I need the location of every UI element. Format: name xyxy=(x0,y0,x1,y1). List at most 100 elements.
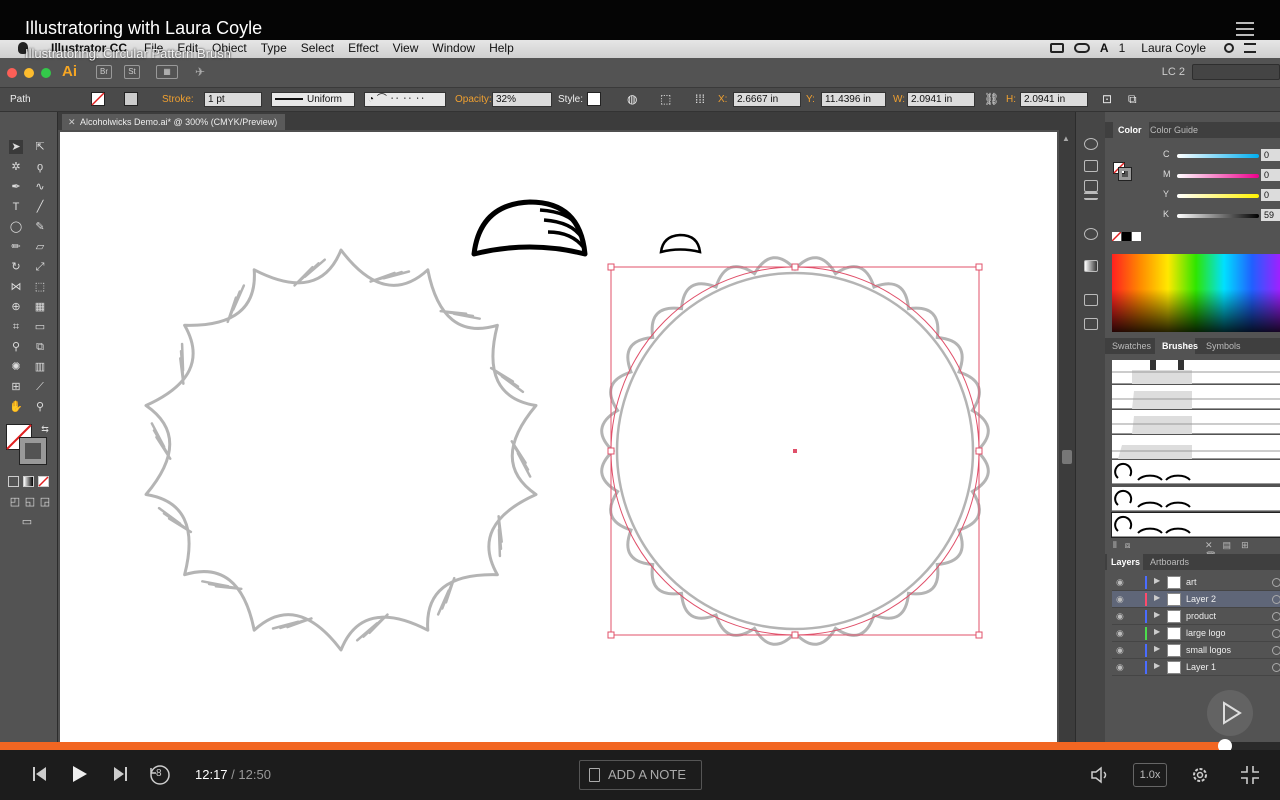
previous-clip-icon[interactable] xyxy=(33,766,47,787)
layers-panel-icon[interactable] xyxy=(1084,318,1098,330)
opacity-label[interactable]: Opacity: xyxy=(455,94,492,105)
curvature-tool-icon[interactable]: ∿ xyxy=(33,180,47,194)
layer-name[interactable]: Layer 2 xyxy=(1186,594,1216,604)
close-window-icon[interactable] xyxy=(7,68,17,78)
draw-normal-icon[interactable]: ◰ xyxy=(8,495,22,509)
w-field[interactable]: 2.0941 in xyxy=(907,92,975,107)
selection-tool-icon[interactable]: ➤ xyxy=(9,140,23,154)
rewind-icon[interactable]: 8 xyxy=(149,764,171,791)
transform-icon[interactable]: ⊡ xyxy=(1102,92,1112,106)
target-layer-icon[interactable] xyxy=(1272,612,1280,621)
target-layer-icon[interactable] xyxy=(1272,595,1280,604)
lasso-tool-icon[interactable]: ϙ xyxy=(33,160,47,174)
brush-circle-bump-1[interactable] xyxy=(1112,460,1280,484)
draw-inside-icon[interactable]: ◲ xyxy=(38,495,52,509)
black-value[interactable]: 59 xyxy=(1261,209,1280,221)
fullscreen-icon[interactable] xyxy=(1240,765,1260,790)
expand-layer-icon[interactable]: ▶ xyxy=(1154,627,1160,636)
mesh-tool-icon[interactable]: ⌗ xyxy=(9,320,23,334)
layer-row[interactable]: ◉ ▶ large logo xyxy=(1112,625,1280,642)
rotate-tool-icon[interactable]: ↻ xyxy=(9,260,23,274)
w-label[interactable]: W: xyxy=(893,94,905,105)
menu-view[interactable]: View xyxy=(386,41,426,55)
floating-play-button[interactable] xyxy=(1207,690,1253,736)
artboards-panel-icon[interactable] xyxy=(1084,294,1098,306)
pencil-tool-icon[interactable]: ✏ xyxy=(9,240,23,254)
hand-tool-icon[interactable]: ✋ xyxy=(9,400,23,414)
layer-name[interactable]: large logo xyxy=(1186,628,1226,638)
play-icon[interactable] xyxy=(72,765,88,788)
expand-layer-icon[interactable]: ▶ xyxy=(1154,576,1160,585)
gradient-panel-icon[interactable] xyxy=(1084,260,1098,272)
expand-layer-icon[interactable]: ▶ xyxy=(1154,610,1160,619)
gpu-performance-icon[interactable]: ✈ xyxy=(195,65,205,79)
stroke-weight-field[interactable]: 1 pt xyxy=(204,92,262,107)
spotlight-search-icon[interactable] xyxy=(1224,43,1234,53)
visibility-eye-icon[interactable]: ◉ xyxy=(1116,577,1124,588)
creative-cloud-icon[interactable] xyxy=(1073,43,1090,53)
bridge-button[interactable]: Br xyxy=(96,65,112,79)
brush-pattern-2[interactable] xyxy=(1112,385,1280,409)
color-spectrum[interactable] xyxy=(1112,254,1280,332)
canvas-area[interactable]: ▲ xyxy=(58,130,1075,742)
x-field[interactable]: 2.6667 in xyxy=(733,92,801,107)
tab-symbols[interactable]: Symbols xyxy=(1206,341,1241,351)
artboard-tool-icon[interactable]: ⊞ xyxy=(9,380,23,394)
new-brush-icon[interactable]: ⊞ xyxy=(1241,540,1259,550)
h-field[interactable]: 2.0941 in xyxy=(1020,92,1088,107)
stock-button[interactable]: St xyxy=(124,65,140,79)
opacity-field[interactable]: 32% xyxy=(492,92,552,107)
h-label[interactable]: H: xyxy=(1006,94,1016,105)
none-mode-icon[interactable] xyxy=(38,476,49,487)
shape-builder-tool-icon[interactable]: ⊕ xyxy=(9,300,23,314)
target-layer-icon[interactable] xyxy=(1272,663,1280,672)
brush-definition-dropdown[interactable]: ◔ ⌒ ‥ ‥ ‥ xyxy=(364,92,446,107)
brush-options-icon[interactable]: ▤ xyxy=(1223,540,1242,550)
gradient-mode-icon[interactable] xyxy=(23,476,34,487)
magic-wand-tool-icon[interactable]: ✲ xyxy=(9,160,23,174)
tab-color[interactable]: Color xyxy=(1118,125,1142,135)
menu-help[interactable]: Help xyxy=(482,41,521,55)
next-clip-icon[interactable] xyxy=(113,766,127,787)
layer-row[interactable]: ◉ ▶ art xyxy=(1112,574,1280,591)
expand-layer-icon[interactable]: ▶ xyxy=(1154,644,1160,653)
user-name[interactable]: Laura Coyle xyxy=(1141,41,1206,55)
links-panel-icon[interactable] xyxy=(1084,160,1098,172)
workspace-switcher[interactable]: LC 2 xyxy=(1162,66,1185,78)
eyedropper-tool-icon[interactable]: ⚲ xyxy=(9,340,23,354)
transparency-panel-icon[interactable] xyxy=(1084,228,1098,240)
type-tool-icon[interactable]: T xyxy=(9,200,23,214)
arrange-documents-icon[interactable]: ▦ xyxy=(156,65,178,79)
y-label[interactable]: Y: xyxy=(806,94,815,105)
expand-layer-icon[interactable]: ▶ xyxy=(1154,593,1160,602)
layer-row[interactable]: ◉ ▶ Layer 2 xyxy=(1112,591,1280,608)
artboard[interactable] xyxy=(60,132,1057,742)
notification-center-icon[interactable] xyxy=(1244,43,1256,53)
expand-layer-icon[interactable]: ▶ xyxy=(1154,661,1160,670)
layer-name[interactable]: product xyxy=(1186,611,1216,621)
fill-swatch[interactable] xyxy=(91,92,105,106)
layer-row[interactable]: ◉ ▶ product xyxy=(1112,608,1280,625)
zoom-window-icon[interactable] xyxy=(41,68,51,78)
brush-circle-bump-2[interactable] xyxy=(1112,487,1280,511)
black-swatch[interactable] xyxy=(1122,232,1131,241)
symbol-sprayer-tool-icon[interactable]: ✺ xyxy=(9,360,23,374)
tab-swatches[interactable]: Swatches xyxy=(1112,341,1151,351)
stroke-label[interactable]: Stroke: xyxy=(162,94,194,105)
scroll-up-icon[interactable]: ▲ xyxy=(1062,134,1070,143)
stroke-color-swatch[interactable] xyxy=(19,437,47,465)
slice-tool-icon[interactable]: ⟋ xyxy=(33,380,47,394)
blend-tool-icon[interactable]: ⧉ xyxy=(33,340,47,354)
menu-effect[interactable]: Effect xyxy=(341,41,385,55)
yellow-value[interactable]: 0 xyxy=(1261,189,1280,201)
tab-artboards[interactable]: Artboards xyxy=(1150,557,1189,567)
graph-tool-icon[interactable]: ▥ xyxy=(33,360,47,374)
yellow-slider[interactable] xyxy=(1177,194,1259,198)
stroke-swatch[interactable] xyxy=(124,92,138,106)
recolor-artwork-icon[interactable]: ◍ xyxy=(627,92,637,106)
gradient-tool-icon[interactable]: ▭ xyxy=(33,320,47,334)
perspective-grid-tool-icon[interactable]: ▦ xyxy=(33,300,47,314)
help-search-input[interactable] xyxy=(1192,64,1280,80)
visibility-eye-icon[interactable]: ◉ xyxy=(1116,594,1124,605)
tab-brushes[interactable]: Brushes xyxy=(1162,341,1198,351)
